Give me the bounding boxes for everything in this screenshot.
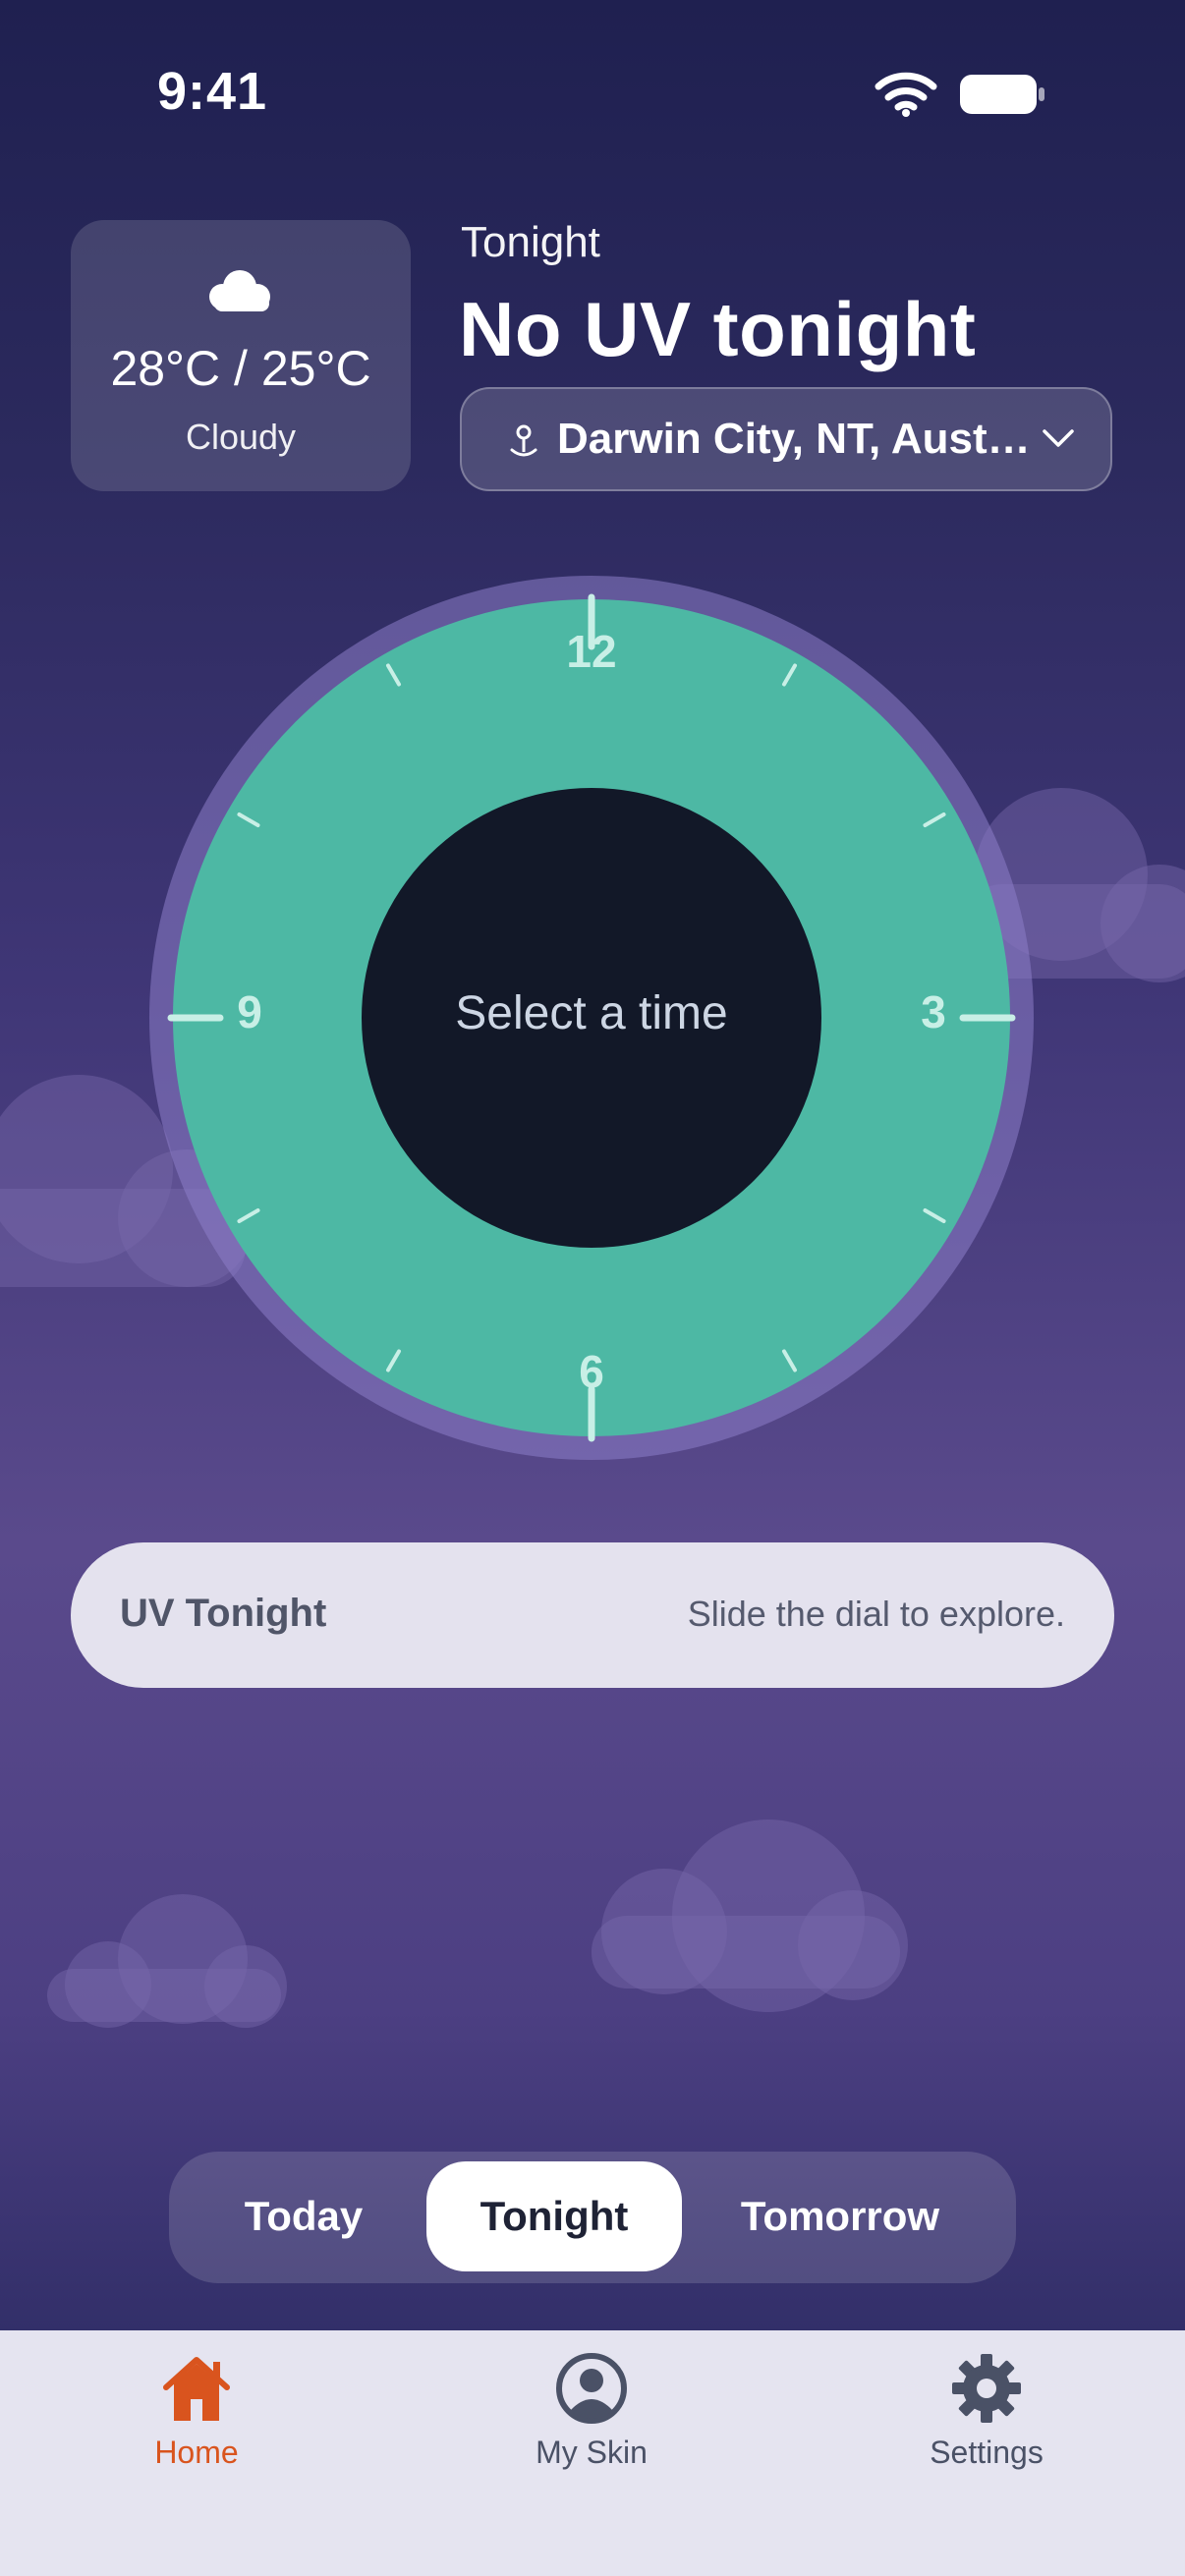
nav-item-my-skin[interactable]: My Skin xyxy=(474,2350,709,2471)
nav-label-home: Home xyxy=(154,2435,239,2470)
period-subtitle: Tonight xyxy=(461,218,600,266)
battery-icon xyxy=(960,75,1044,114)
cloud-decoration-bottom-center xyxy=(592,1820,908,2012)
uv-headline: No UV tonight xyxy=(459,286,977,372)
nav-item-home[interactable]: Home xyxy=(79,2350,314,2471)
segment-tomorrow[interactable]: Tomorrow xyxy=(684,2161,996,2271)
location-pin-icon xyxy=(510,424,537,457)
cloud-icon xyxy=(209,270,270,311)
nav-label-settings: Settings xyxy=(930,2435,1044,2470)
segment-tonight[interactable]: Tonight xyxy=(426,2161,682,2271)
status-time: 9:41 xyxy=(157,62,268,121)
dial-hour-label-12: 12 xyxy=(566,626,616,677)
home-icon xyxy=(163,2357,230,2421)
nav-label-my-skin: My Skin xyxy=(536,2435,648,2470)
nav-item-settings[interactable]: Settings xyxy=(869,2350,1104,2471)
bottom-navigation: Home My Skin Settings xyxy=(0,2330,1185,2576)
wifi-icon xyxy=(875,72,937,117)
dial-hour-label-3: 3 xyxy=(921,986,946,1037)
dial-hour-label-6: 6 xyxy=(579,1346,604,1397)
uv-card-title: UV Tonight xyxy=(120,1592,327,1635)
chevron-down-icon xyxy=(1043,429,1074,447)
cloud-decoration-bottom-left xyxy=(47,1894,287,2028)
dial-center-text: Select a time xyxy=(455,987,728,1039)
location-label: Darwin City, NT, Aust… xyxy=(557,415,1031,463)
uv-card-hint: Slide the dial to explore. xyxy=(687,1594,1065,1634)
gear-icon xyxy=(952,2354,1021,2423)
dial-hour-label-9: 9 xyxy=(237,986,262,1037)
location-dropdown[interactable]: Darwin City, NT, Aust… xyxy=(460,387,1112,491)
weather-temperature: 28°C / 25°C xyxy=(110,341,371,396)
segment-today[interactable]: Today xyxy=(183,2161,424,2271)
weather-card: 28°C / 25°C Cloudy xyxy=(71,220,411,491)
uv-info-card: UV Tonight Slide the dial to explore. xyxy=(71,1542,1114,1688)
weather-condition: Cloudy xyxy=(185,417,297,457)
profile-icon xyxy=(556,2353,627,2424)
period-segmented-control: Today Tonight Tomorrow xyxy=(169,2152,1016,2283)
